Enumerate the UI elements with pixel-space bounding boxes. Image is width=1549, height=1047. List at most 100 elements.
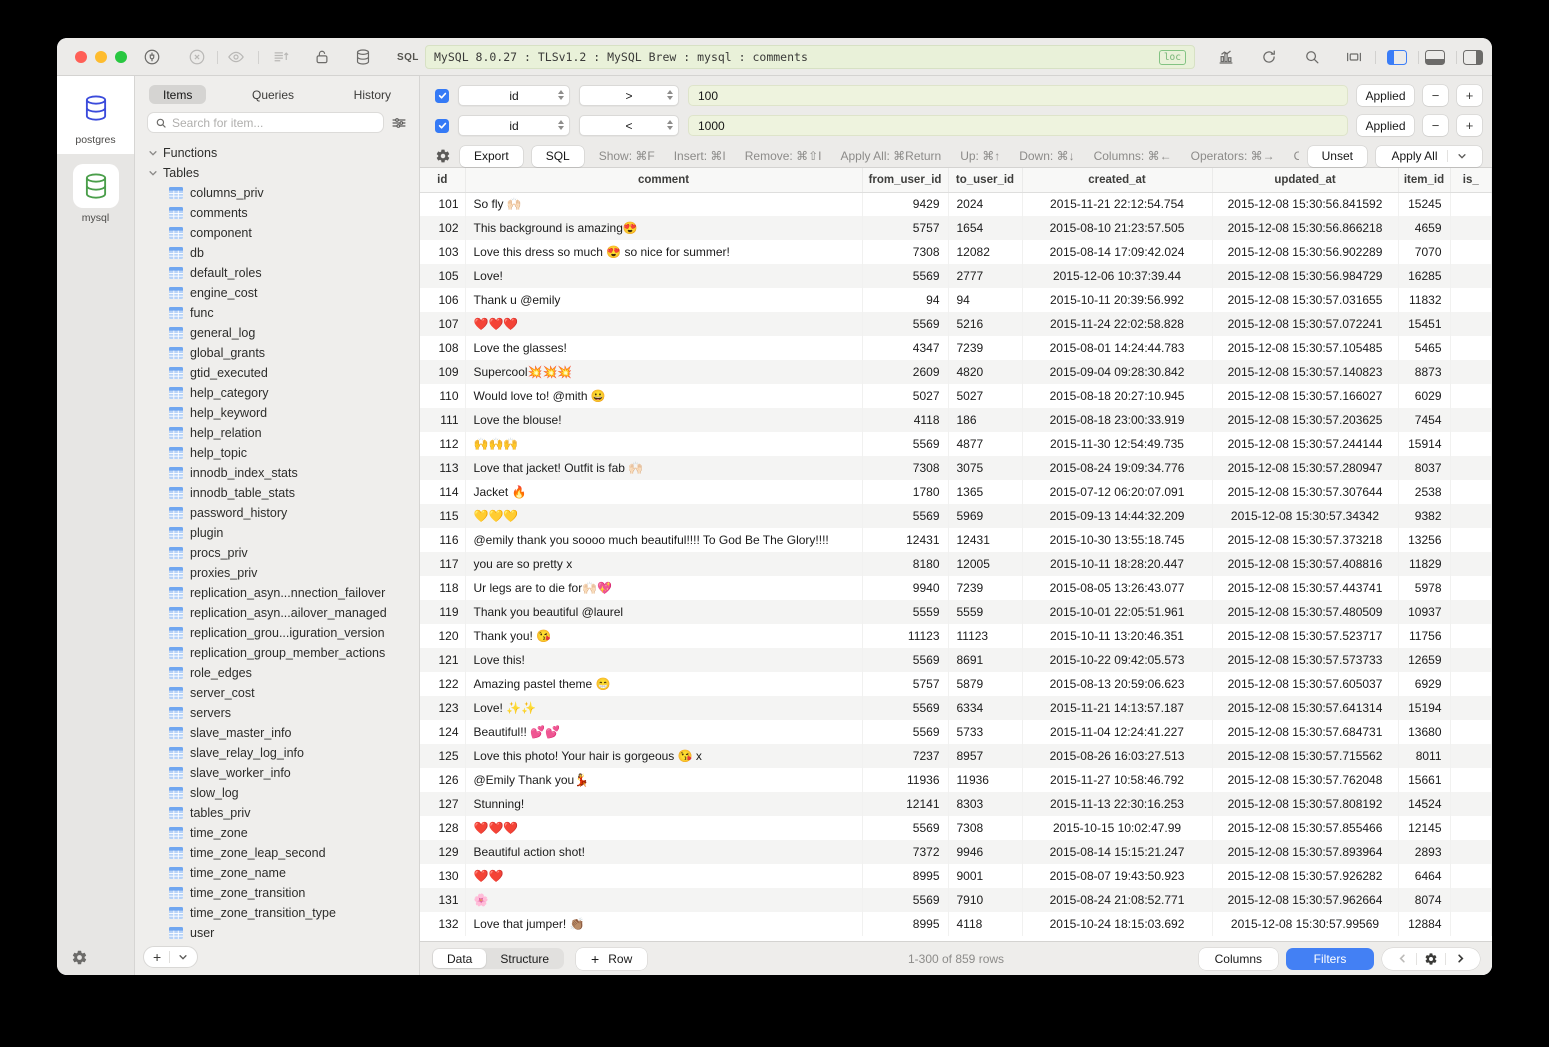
cell-item_id[interactable]: 11829 [1398, 552, 1450, 576]
column-header-to_user_id[interactable]: to_user_id [948, 168, 1022, 192]
sidebar-table-item[interactable]: time_zone_transition [148, 883, 419, 903]
cell-item_id[interactable]: 12145 [1398, 816, 1450, 840]
cell-to_user_id[interactable]: 5733 [948, 720, 1022, 744]
item-search-input[interactable]: Search for item... [147, 112, 384, 133]
sidebar-table-item[interactable]: password_history [148, 503, 419, 523]
cell-from_user_id[interactable]: 4118 [862, 408, 948, 432]
cell-id[interactable]: 130 [420, 864, 465, 888]
cell-from_user_id[interactable]: 8995 [862, 864, 948, 888]
cell-to_user_id[interactable]: 8303 [948, 792, 1022, 816]
cell-id[interactable]: 127 [420, 792, 465, 816]
cell-is[interactable] [1450, 312, 1492, 336]
cell-created_at[interactable]: 2015-10-01 22:05:51.961 [1022, 600, 1212, 624]
add-row-button[interactable]: + Row [576, 948, 647, 970]
sidebar-table-item[interactable]: gtid_executed [148, 363, 419, 383]
tab-items[interactable]: Items [149, 85, 206, 104]
cell-comment[interactable]: Jacket 🔥 [465, 480, 862, 504]
cell-created_at[interactable]: 2015-08-07 19:43:50.923 [1022, 864, 1212, 888]
cell-id[interactable]: 131 [420, 888, 465, 912]
cell-comment[interactable]: This background is amazing😍 [465, 216, 862, 240]
cell-updated_at[interactable]: 2015-12-08 15:30:57.855466 [1212, 816, 1398, 840]
cell-comment[interactable]: So fly 🙌🏻 [465, 192, 862, 216]
cell-is[interactable] [1450, 360, 1492, 384]
sidebar-table-item[interactable]: replication_asyn...nnection_failover [148, 583, 419, 603]
filter-settings-gear-icon[interactable] [435, 148, 451, 164]
cell-from_user_id[interactable]: 11123 [862, 624, 948, 648]
sidebar-table-item[interactable]: tables_priv [148, 803, 419, 823]
connection-mysql[interactable]: mysql [57, 154, 134, 232]
cell-from_user_id[interactable]: 5027 [862, 384, 948, 408]
filter-column-select[interactable]: id [458, 115, 570, 136]
cell-to_user_id[interactable]: 12082 [948, 240, 1022, 264]
sidebar-table-item[interactable]: replication_group_member_actions [148, 643, 419, 663]
sidebar-table-item[interactable]: innodb_index_stats [148, 463, 419, 483]
cell-to_user_id[interactable]: 11936 [948, 768, 1022, 792]
filter-enabled-checkbox[interactable] [435, 89, 449, 103]
cell-comment[interactable]: ❤️❤️ [465, 864, 862, 888]
column-header-item_id[interactable]: item_id [1398, 168, 1450, 192]
add-item-button[interactable]: + [143, 946, 198, 968]
cell-updated_at[interactable]: 2015-12-08 15:30:57.684731 [1212, 720, 1398, 744]
cell-id[interactable]: 116 [420, 528, 465, 552]
cell-from_user_id[interactable]: 8995 [862, 912, 948, 936]
column-header-id[interactable]: id [420, 168, 465, 192]
cell-from_user_id[interactable]: 7308 [862, 456, 948, 480]
cell-created_at[interactable]: 2015-11-04 12:24:41.227 [1022, 720, 1212, 744]
table-row[interactable]: 128❤️❤️❤️556973082015-10-15 10:02:47.992… [420, 816, 1492, 840]
cell-is[interactable] [1450, 600, 1492, 624]
cell-is[interactable] [1450, 816, 1492, 840]
cell-from_user_id[interactable]: 5569 [862, 648, 948, 672]
sidebar-table-item[interactable]: general_log [148, 323, 419, 343]
cell-created_at[interactable]: 2015-08-14 15:15:21.247 [1022, 840, 1212, 864]
cell-is[interactable] [1450, 744, 1492, 768]
cell-id[interactable]: 110 [420, 384, 465, 408]
cell-to_user_id[interactable]: 1365 [948, 480, 1022, 504]
tree-section-functions[interactable]: Functions [148, 143, 419, 163]
cell-comment[interactable]: Love that jumper! 👏🏽 [465, 912, 862, 936]
column-header-updated_at[interactable]: updated_at [1212, 168, 1398, 192]
cell-comment[interactable]: Ur legs are to die for🙌🏻💖 [465, 576, 862, 600]
cell-id[interactable]: 109 [420, 360, 465, 384]
cell-to_user_id[interactable]: 8957 [948, 744, 1022, 768]
cell-comment[interactable]: ❤️❤️❤️ [465, 312, 862, 336]
cell-item_id[interactable]: 6029 [1398, 384, 1450, 408]
cell-item_id[interactable]: 13680 [1398, 720, 1450, 744]
cell-comment[interactable]: Thank you! 😘 [465, 624, 862, 648]
cell-comment[interactable]: @emily thank you soooo much beautiful!!!… [465, 528, 862, 552]
table-row[interactable]: 109Supercool💥💥💥260948202015-09-04 09:28:… [420, 360, 1492, 384]
table-row[interactable]: 132Love that jumper! 👏🏽899541182015-10-2… [420, 912, 1492, 936]
cell-from_user_id[interactable]: 1780 [862, 480, 948, 504]
cell-created_at[interactable]: 2015-08-05 13:26:43.077 [1022, 576, 1212, 600]
table-row[interactable]: 110Would love to! @mith 😀502750272015-08… [420, 384, 1492, 408]
table-row[interactable]: 115💛💛💛556959692015-09-13 14:44:32.209201… [420, 504, 1492, 528]
cell-from_user_id[interactable]: 5559 [862, 600, 948, 624]
cell-created_at[interactable]: 2015-10-11 20:39:56.992 [1022, 288, 1212, 312]
cell-item_id[interactable]: 5465 [1398, 336, 1450, 360]
cell-updated_at[interactable]: 2015-12-08 15:30:57.244144 [1212, 432, 1398, 456]
table-row[interactable]: 102This background is amazing😍5757165420… [420, 216, 1492, 240]
cell-from_user_id[interactable]: 5569 [862, 504, 948, 528]
cell-is[interactable] [1450, 408, 1492, 432]
table-row[interactable]: 125Love this photo! Your hair is gorgeou… [420, 744, 1492, 768]
sidebar-table-item[interactable]: server_cost [148, 683, 419, 703]
cell-id[interactable]: 117 [420, 552, 465, 576]
cell-from_user_id[interactable]: 5569 [862, 816, 948, 840]
cell-is[interactable] [1450, 648, 1492, 672]
cell-to_user_id[interactable]: 5879 [948, 672, 1022, 696]
cell-from_user_id[interactable]: 5757 [862, 216, 948, 240]
cell-to_user_id[interactable]: 4118 [948, 912, 1022, 936]
cell-is[interactable] [1450, 576, 1492, 600]
cell-id[interactable]: 126 [420, 768, 465, 792]
cell-created_at[interactable]: 2015-08-18 20:27:10.945 [1022, 384, 1212, 408]
sql-editor-icon[interactable]: SQL [397, 52, 419, 63]
sidebar-table-item[interactable]: time_zone [148, 823, 419, 843]
cell-item_id[interactable]: 15194 [1398, 696, 1450, 720]
cell-to_user_id[interactable]: 5027 [948, 384, 1022, 408]
cell-updated_at[interactable]: 2015-12-08 15:30:57.105485 [1212, 336, 1398, 360]
cell-to_user_id[interactable]: 94 [948, 288, 1022, 312]
cell-id[interactable]: 108 [420, 336, 465, 360]
cell-from_user_id[interactable]: 5569 [862, 312, 948, 336]
table-row[interactable]: 120Thank you! 😘11123111232015-10-11 13:2… [420, 624, 1492, 648]
table-row[interactable]: 116@emily thank you soooo much beautiful… [420, 528, 1492, 552]
cell-is[interactable] [1450, 888, 1492, 912]
